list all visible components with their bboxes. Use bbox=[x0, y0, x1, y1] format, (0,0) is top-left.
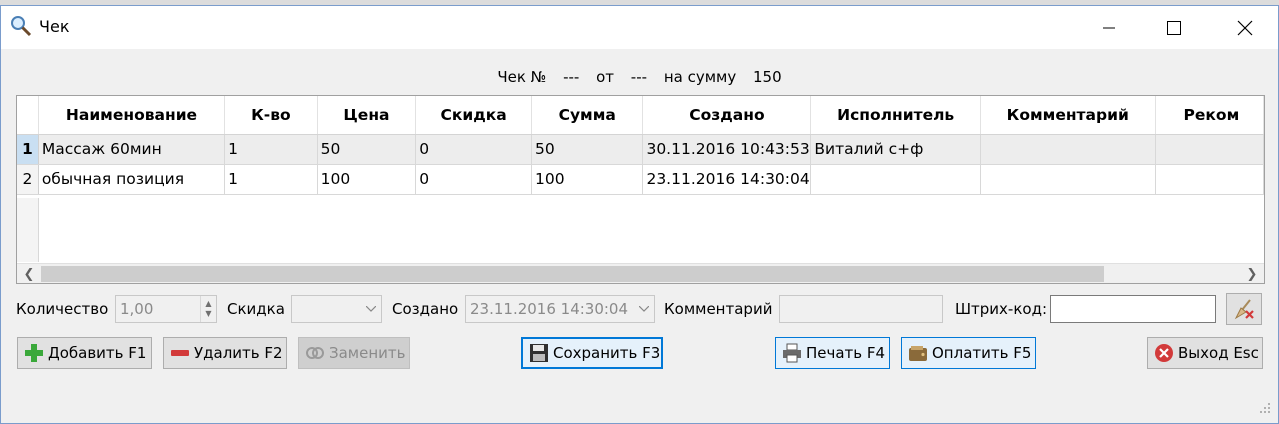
plus-icon bbox=[24, 343, 44, 363]
maximize-icon bbox=[1167, 20, 1181, 35]
delete-button-label: Удалить F2 bbox=[194, 344, 283, 362]
table-cell[interactable]: обычная позиция bbox=[38, 164, 226, 195]
save-button-label: Сохранить F3 bbox=[553, 344, 661, 362]
minimize-button[interactable] bbox=[1086, 6, 1132, 49]
exit-button[interactable]: Выход Esc bbox=[1147, 337, 1263, 369]
column-header[interactable]: Создано bbox=[642, 96, 812, 135]
minus-icon bbox=[170, 343, 190, 363]
add-button-label: Добавить F1 bbox=[48, 344, 147, 362]
created-select[interactable]: 23.11.2016 14:30:04 bbox=[465, 295, 655, 323]
column-header[interactable]: Наименование bbox=[38, 96, 226, 135]
table-cell[interactable]: 50 bbox=[317, 134, 417, 165]
grid-corner[interactable] bbox=[17, 96, 39, 135]
row-number[interactable]: 2 bbox=[17, 164, 39, 195]
table-cell[interactable]: Виталий с+ф bbox=[810, 134, 981, 165]
column-header[interactable]: Исполнитель bbox=[810, 96, 981, 135]
items-grid[interactable]: Наименование К-во Цена Скидка Сумма Созд… bbox=[16, 95, 1265, 284]
column-header[interactable]: Реком bbox=[1155, 96, 1264, 135]
discount-select[interactable] bbox=[291, 295, 382, 323]
horizontal-scrollbar[interactable]: ❮ ❯ bbox=[17, 263, 1264, 283]
check-date-value: --- bbox=[630, 68, 648, 86]
check-summary-line: Чек № --- от --- на сумму 150 bbox=[1, 68, 1278, 86]
pay-button-label: Оплатить F5 bbox=[932, 344, 1032, 362]
table-cell[interactable]: 1 bbox=[224, 134, 318, 165]
barcode-input[interactable] bbox=[1050, 295, 1216, 323]
close-icon bbox=[1237, 20, 1253, 35]
barcode-label: Штрих-код: bbox=[955, 300, 1047, 318]
broom-icon bbox=[1234, 299, 1254, 320]
clear-barcode-button[interactable] bbox=[1226, 293, 1262, 325]
table-cell[interactable] bbox=[1155, 164, 1264, 195]
items-table: Наименование К-во Цена Скидка Сумма Созд… bbox=[17, 96, 1264, 195]
table-cell[interactable] bbox=[980, 134, 1156, 165]
table-cell[interactable]: 1 bbox=[224, 164, 318, 195]
maximize-button[interactable] bbox=[1151, 6, 1197, 49]
scrollbar-thumb[interactable] bbox=[41, 266, 1104, 282]
add-button[interactable]: Добавить F1 bbox=[17, 337, 152, 369]
window-title: Чек bbox=[39, 17, 70, 36]
exit-button-label: Выход Esc bbox=[1178, 344, 1259, 362]
table-cell[interactable]: 50 bbox=[531, 134, 644, 165]
wallet-icon bbox=[908, 343, 928, 363]
column-header[interactable]: Сумма bbox=[531, 96, 644, 135]
comment-label: Комментарий bbox=[664, 300, 773, 318]
table-cell[interactable] bbox=[810, 164, 981, 195]
spin-arrows-icon[interactable]: ▲ ▼ bbox=[200, 296, 216, 322]
check-sum-value: 150 bbox=[753, 68, 782, 86]
table-cell[interactable]: 100 bbox=[317, 164, 417, 195]
check-window: Чек Чек № --- от --- на сумму 150 Наимен… bbox=[0, 5, 1279, 424]
swap-icon bbox=[305, 343, 325, 363]
edit-fields-row: Количество 1,00 ▲ ▼ Скидка Создано 23.11.… bbox=[1, 291, 1278, 325]
resize-grip-icon[interactable] bbox=[1260, 403, 1270, 413]
pay-button[interactable]: Оплатить F5 bbox=[901, 337, 1036, 369]
quantity-stepper[interactable]: 1,00 ▲ ▼ bbox=[115, 295, 217, 323]
column-header[interactable]: Скидка bbox=[415, 96, 532, 135]
quantity-label: Количество bbox=[16, 300, 109, 318]
check-number-label: Чек № bbox=[497, 68, 547, 86]
discount-label: Скидка bbox=[227, 300, 285, 318]
grid-header-row: Наименование К-во Цена Скидка Сумма Созд… bbox=[17, 96, 1264, 135]
replace-button[interactable]: Заменить bbox=[298, 337, 410, 369]
floppy-disk-icon bbox=[529, 343, 549, 363]
row-header-strip bbox=[17, 198, 39, 262]
close-button[interactable] bbox=[1222, 6, 1268, 49]
table-cell[interactable] bbox=[1155, 134, 1264, 165]
table-cell[interactable]: 0 bbox=[415, 134, 532, 165]
printer-icon bbox=[782, 343, 802, 363]
scroll-right-icon[interactable]: ❯ bbox=[1242, 264, 1262, 283]
chevron-down-icon[interactable] bbox=[636, 296, 652, 322]
check-number-value: --- bbox=[563, 68, 580, 86]
title-bar: Чек bbox=[1, 6, 1278, 49]
column-header[interactable]: Цена bbox=[317, 96, 417, 135]
delete-button[interactable]: Удалить F2 bbox=[163, 337, 287, 369]
magnifier-icon bbox=[11, 16, 32, 37]
table-cell[interactable] bbox=[980, 164, 1156, 195]
scroll-left-icon[interactable]: ❮ bbox=[19, 264, 39, 283]
row-number[interactable]: 1 bbox=[17, 134, 39, 165]
table-row[interactable]: 2 обычная позиция 1 100 0 100 23.11.2016… bbox=[17, 164, 1264, 195]
minimize-icon bbox=[1103, 27, 1115, 28]
close-circle-icon bbox=[1154, 343, 1174, 363]
table-cell[interactable]: Массаж 60мин bbox=[38, 134, 226, 165]
quantity-value: 1,00 bbox=[120, 300, 154, 318]
created-value: 23.11.2016 14:30:04 bbox=[470, 300, 629, 318]
table-row[interactable]: 1 Массаж 60мин 1 50 0 50 30.11.2016 10:4… bbox=[17, 134, 1264, 165]
table-cell[interactable]: 23.11.2016 14:30:04 bbox=[642, 164, 812, 195]
table-cell[interactable]: 0 bbox=[415, 164, 532, 195]
chevron-down-icon[interactable] bbox=[363, 296, 379, 322]
check-sum-label: на сумму bbox=[663, 68, 737, 86]
table-cell[interactable]: 30.11.2016 10:43:53 bbox=[642, 134, 812, 165]
table-cell[interactable]: 100 bbox=[531, 164, 644, 195]
check-date-label: от bbox=[596, 68, 615, 86]
print-button-label: Печать F4 bbox=[806, 344, 886, 362]
column-header[interactable]: Комментарий bbox=[980, 96, 1156, 135]
print-button[interactable]: Печать F4 bbox=[775, 337, 890, 369]
comment-field[interactable] bbox=[779, 295, 943, 323]
column-header[interactable]: К-во bbox=[224, 96, 318, 135]
save-button[interactable]: Сохранить F3 bbox=[521, 337, 663, 369]
created-label: Создано bbox=[392, 300, 459, 318]
replace-button-label: Заменить bbox=[329, 344, 406, 362]
